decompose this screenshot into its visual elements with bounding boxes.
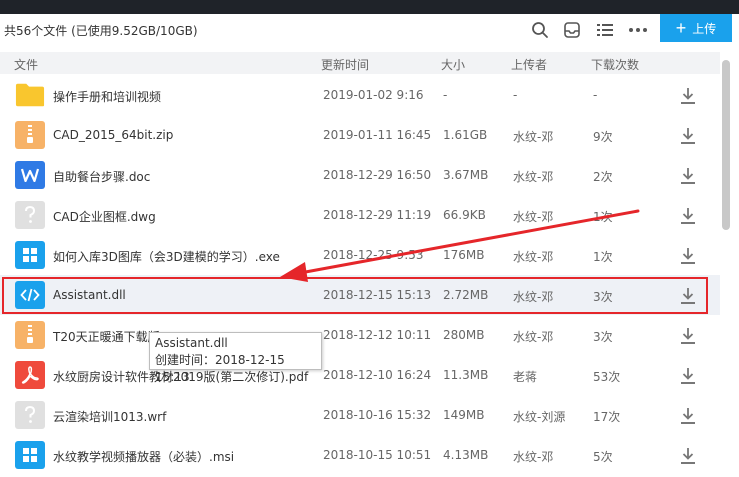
file-name[interactable]: T20天正暖通下载版 (53, 328, 160, 345)
search-icon[interactable] (530, 20, 550, 40)
column-downloads[interactable]: 下载次数 (591, 56, 639, 73)
file-tooltip: Assistant.dll 创建时间：2018-12-15 15:13 (149, 332, 322, 384)
download-icon[interactable] (680, 247, 696, 265)
file-list-header: 文件 更新时间 大小 上传者 下载次数 (0, 52, 720, 74)
file-uploader: 老蒋 (513, 370, 538, 384)
file-downloads: - (593, 88, 598, 102)
plus-icon: + (675, 18, 687, 38)
file-size: 280MB (443, 328, 485, 342)
download-icon[interactable] (680, 87, 696, 105)
file-updated: 2018-12-29 11:19 (323, 208, 432, 222)
upload-button[interactable]: + 上传 (660, 14, 732, 42)
file-uploader: 水纹-刘源 (513, 410, 566, 424)
download-icon[interactable] (680, 327, 696, 345)
file-updated: 2018-12-29 16:50 (323, 168, 432, 182)
file-size: 66.9KB (443, 208, 486, 222)
file-row[interactable]: 水纹厨房设计软件教材2019版(第二次修订).pdf 2018-12-10 16… (0, 355, 720, 395)
file-name[interactable]: 云渲染培训1013.wrf (53, 408, 166, 425)
file-updated: 2018-12-25 9:53 (323, 248, 424, 262)
column-size[interactable]: 大小 (441, 56, 465, 73)
file-row[interactable]: 如何入库3D图库（会3D建模的学习）.exe 2018-12-25 9:53 1… (0, 235, 720, 275)
file-downloads: 1次 (593, 210, 613, 224)
download-icon[interactable] (680, 167, 696, 185)
file-uploader: 水纹-邓 (513, 170, 554, 184)
file-updated: 2018-10-15 10:51 (323, 448, 432, 462)
file-downloads: 5次 (593, 450, 613, 464)
file-size: - (443, 88, 448, 102)
unknown-file-icon (15, 201, 45, 229)
toolbar: 共56个文件 (已使用9.52GB/10GB) + 上传 (0, 14, 739, 46)
file-uploader: 水纹-邓 (513, 130, 554, 144)
file-row[interactable]: 自助餐台步骤.doc 2018-12-29 16:50 3.67MB 水纹-邓 … (0, 155, 720, 195)
file-row[interactable]: 操作手册和培训视频 2019-01-02 9:16 - - - (0, 75, 720, 115)
file-size: 4.13MB (443, 448, 489, 462)
file-row[interactable]: CAD_2015_64bit.zip 2019-01-11 16:45 1.61… (0, 115, 720, 155)
file-uploader: 水纹-邓 (513, 250, 554, 264)
column-updated[interactable]: 更新时间 (321, 56, 369, 73)
file-row[interactable]: T20天正暖通下载版 2018-12-12 10:11 280MB 水纹-邓 3… (0, 315, 720, 355)
list-view-icon[interactable] (595, 20, 615, 40)
file-downloads: 17次 (593, 410, 621, 424)
file-name[interactable]: 操作手册和培训视频 (53, 88, 161, 105)
word-doc-icon (15, 161, 45, 189)
file-uploader: 水纹-邓 (513, 450, 554, 464)
file-size: 11.3MB (443, 368, 489, 382)
storage-summary: 共56个文件 (已使用9.52GB/10GB) (4, 24, 198, 38)
download-icon[interactable] (680, 407, 696, 425)
scrollbar-thumb[interactable] (722, 60, 730, 230)
download-icon[interactable] (680, 367, 696, 385)
file-downloads: 2次 (593, 170, 613, 184)
file-name[interactable]: CAD_2015_64bit.zip (53, 128, 173, 142)
file-downloads: 1次 (593, 250, 613, 264)
file-row[interactable]: 云渲染培训1013.wrf 2018-10-16 15:32 149MB 水纹-… (0, 395, 720, 435)
windows-exe-icon (15, 241, 45, 269)
file-downloads: 53次 (593, 370, 621, 384)
file-uploader: 水纹-邓 (513, 210, 554, 224)
file-size: 3.67MB (443, 168, 489, 182)
folder-icon (15, 81, 45, 109)
download-icon[interactable] (680, 127, 696, 145)
highlight-box (2, 277, 708, 314)
zip-file-icon (15, 321, 45, 349)
file-size: 149MB (443, 408, 485, 422)
download-icon[interactable] (680, 447, 696, 465)
pdf-file-icon (15, 361, 45, 389)
file-name[interactable]: 如何入库3D图库（会3D建模的学习）.exe (53, 248, 280, 265)
file-updated: 2019-01-11 16:45 (323, 128, 432, 142)
inbox-icon[interactable] (562, 20, 582, 40)
file-uploader: 水纹-邓 (513, 330, 554, 344)
tooltip-created: 创建时间：2018-12-15 15:13 (155, 353, 285, 384)
file-updated: 2018-12-12 10:11 (323, 328, 432, 342)
file-updated: 2019-01-02 9:16 (323, 88, 424, 102)
file-updated: 2018-12-10 16:24 (323, 368, 432, 382)
download-icon[interactable] (680, 207, 696, 225)
file-downloads: 9次 (593, 130, 613, 144)
zip-file-icon (15, 121, 45, 149)
file-row[interactable]: 水纹教学视频播放器（必装）.msi 2018-10-15 10:51 4.13M… (0, 435, 720, 475)
unknown-file-icon (15, 401, 45, 429)
windows-installer-icon (15, 441, 45, 469)
file-downloads: 3次 (593, 330, 613, 344)
column-uploader[interactable]: 上传者 (511, 56, 547, 73)
file-updated: 2018-10-16 15:32 (323, 408, 432, 422)
column-name[interactable]: 文件 (14, 56, 38, 73)
tooltip-title: Assistant.dll (155, 336, 228, 350)
file-size: 176MB (443, 248, 485, 262)
file-name[interactable]: 水纹教学视频播放器（必装）.msi (53, 448, 234, 465)
file-uploader: - (513, 88, 518, 102)
file-size: 1.61GB (443, 128, 488, 142)
more-icon[interactable] (628, 20, 648, 40)
upload-label: 上传 (692, 21, 717, 36)
file-row[interactable]: CAD企业图框.dwg 2018-12-29 11:19 66.9KB 水纹-邓… (0, 195, 720, 235)
file-name[interactable]: 自助餐台步骤.doc (53, 168, 150, 185)
window-top-bar (0, 0, 739, 14)
file-name[interactable]: CAD企业图框.dwg (53, 208, 156, 225)
